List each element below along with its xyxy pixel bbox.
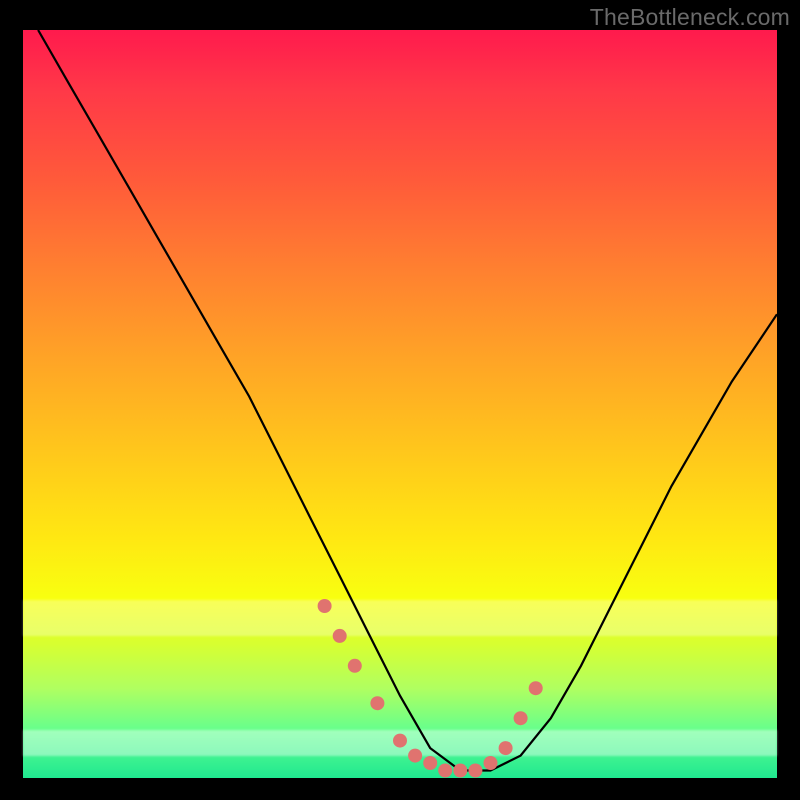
highlight-marker [393,734,407,748]
highlight-marker [453,764,467,778]
highlight-marker [438,764,452,778]
highlight-marker [370,696,384,710]
highlight-marker [484,756,498,770]
highlight-markers [318,599,543,778]
bottleneck-curve [38,30,777,771]
highlight-marker [499,741,513,755]
watermark-text: TheBottleneck.com [590,4,790,31]
highlight-marker [318,599,332,613]
highlight-marker [514,711,528,725]
highlight-marker [468,764,482,778]
highlight-marker [529,681,543,695]
chart-frame [23,30,777,778]
highlight-marker [408,749,422,763]
highlight-marker [333,629,347,643]
highlight-marker [423,756,437,770]
highlight-marker [348,659,362,673]
chart-svg [23,30,777,778]
